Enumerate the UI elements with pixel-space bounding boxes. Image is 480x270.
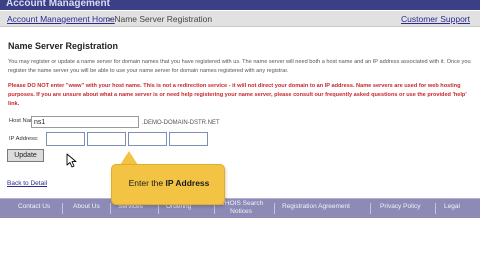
- app-title: Account Management: [6, 0, 110, 9]
- update-button[interactable]: Update: [7, 149, 44, 162]
- footer-link-whois-search-label: WHOIS Search: [218, 200, 264, 207]
- warning-text: Please DO NOT enter "www" with your host…: [8, 83, 467, 107]
- footer-link-contact-us[interactable]: Contact Us: [18, 203, 50, 210]
- tooltip-text: Enter the IP Address: [112, 178, 226, 188]
- footer-divider: [110, 203, 111, 214]
- account-management-home-link[interactable]: Account Management Home: [7, 14, 115, 24]
- customer-support-link[interactable]: Customer Support: [401, 14, 470, 24]
- breadcrumb: Account Management Home > Name Server Re…: [0, 11, 480, 27]
- ip-address-label: IP Address:: [9, 136, 39, 142]
- tooltip-prefix: Enter the: [128, 178, 166, 188]
- footer-nav: Contact Us About Us Services Ordering WH…: [0, 198, 480, 218]
- back-to-detail-link[interactable]: Back to Detail: [7, 180, 47, 187]
- breadcrumb-separator: >: [107, 14, 112, 24]
- breadcrumb-current-label: Name Server Registration: [114, 14, 213, 24]
- footer-link-legal[interactable]: Legal: [444, 203, 460, 210]
- app-header: Account Management: [0, 0, 480, 10]
- ip-octet-3-input[interactable]: [128, 132, 167, 146]
- ip-octet-1-input[interactable]: [46, 132, 85, 146]
- footer-link-privacy-policy[interactable]: Privacy Policy: [380, 203, 420, 210]
- footer-link-notices[interactable]: Notices: [230, 208, 252, 215]
- footer-divider: [435, 203, 436, 214]
- host-name-input[interactable]: [31, 116, 139, 128]
- breadcrumb-current: > Name Server Registration: [107, 14, 212, 24]
- mouse-pointer-icon: [66, 153, 77, 168]
- ip-octet-2-input[interactable]: [87, 132, 126, 146]
- footer-link-about-us[interactable]: About Us: [73, 203, 100, 210]
- ip-octet-4-input[interactable]: [169, 132, 208, 146]
- instruction-tooltip: Enter the IP Address: [111, 164, 225, 205]
- footer-divider: [274, 203, 275, 214]
- footer-divider: [370, 203, 371, 214]
- footer-divider: [62, 203, 63, 214]
- tooltip-pointer: [120, 151, 138, 165]
- intro-text: You may register or update a name server…: [8, 59, 471, 74]
- domain-suffix: .DEMO-DOMAIN-DSTR.NET: [142, 120, 220, 126]
- tooltip-emphasis: IP Address: [165, 178, 210, 188]
- page-title: Name Server Registration: [8, 41, 119, 51]
- footer-link-registration-agreement[interactable]: Registration Agreement: [282, 203, 350, 210]
